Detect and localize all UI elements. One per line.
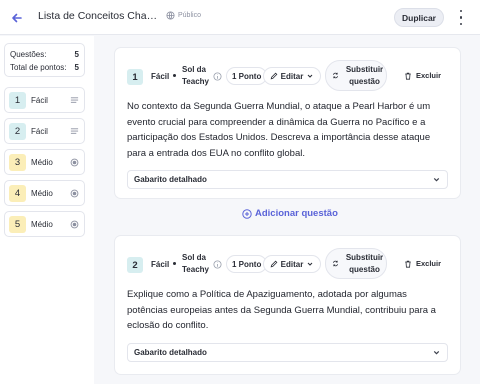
author-label: Sol da Teachy — [182, 253, 209, 274]
main-content: 1 Fácil Sol da Teachy 1 Ponto Editar Sub… — [94, 36, 480, 384]
radio-icon — [70, 158, 79, 166]
question-number: 2 — [9, 122, 26, 140]
total-points-label: Total de pontos: — [10, 63, 67, 72]
replace-label: Substituir questão — [345, 64, 384, 86]
sidebar-question-5[interactable]: 5 Médio — [4, 211, 85, 237]
chevron-down-icon — [433, 350, 440, 354]
total-points-value: 5 — [74, 63, 79, 72]
sidebar-question-3[interactable]: 3 Médio — [4, 149, 85, 175]
pencil-icon — [270, 72, 278, 80]
question-text: No contexto da Segunda Guerra Mundial, o… — [127, 101, 431, 159]
question-number: 4 — [9, 184, 26, 202]
question-difficulty: Médio — [31, 188, 53, 198]
replace-label: Substituir questão — [345, 252, 384, 274]
question-difficulty: Médio — [31, 157, 53, 167]
question-text: Explique como a Política de Apaziguament… — [127, 289, 436, 331]
add-question-button[interactable]: Adicionar questão — [242, 208, 338, 219]
pencil-icon — [270, 260, 278, 268]
chevron-down-icon — [433, 178, 440, 182]
points-button[interactable]: 1 Ponto — [226, 255, 268, 273]
questions-count-label: Questões: — [10, 50, 47, 59]
lines-icon — [70, 127, 79, 134]
edit-label: Editar — [280, 259, 304, 269]
answer-key-dropdown[interactable]: Gabarito detalhado — [127, 342, 448, 362]
points-button[interactable]: 1 Ponto — [226, 67, 268, 85]
question-difficulty: Fácil — [31, 126, 48, 136]
separator-dot — [173, 262, 176, 265]
info-icon[interactable] — [213, 260, 222, 269]
delete-button[interactable]: Excluir — [404, 259, 441, 268]
separator-dot — [173, 74, 176, 77]
sidebar-question-2[interactable]: 2 Fácil — [4, 118, 85, 144]
question-card-2: 2 Fácil Sol da Teachy 1 Ponto Editar Sub… — [114, 235, 461, 375]
radio-icon — [70, 220, 79, 228]
question-number: 1 — [9, 91, 26, 109]
delete-label: Excluir — [416, 259, 442, 268]
replace-question-button[interactable]: Substituir questão — [325, 60, 387, 91]
answer-key-dropdown[interactable]: Gabarito detalhado — [127, 170, 448, 189]
top-bar: Lista de Conceitos Chave d... Público Du… — [0, 0, 480, 35]
visibility-label: Público — [178, 12, 201, 19]
replace-question-button[interactable]: Substituir questão — [325, 248, 387, 279]
questions-count-value: 5 — [74, 50, 79, 59]
back-arrow-icon[interactable] — [9, 10, 25, 26]
delete-button[interactable]: Excluir — [404, 71, 441, 80]
question-card-header: 2 Fácil Sol da Teachy 1 Ponto Editar Sub… — [115, 236, 460, 279]
chevron-down-icon — [307, 74, 313, 78]
edit-dropdown[interactable]: Editar — [263, 255, 321, 273]
duplicate-button[interactable]: Duplicar — [394, 8, 444, 27]
visibility-indicator: Público — [166, 11, 201, 20]
edit-label: Editar — [280, 71, 304, 81]
replace-icon — [333, 260, 338, 267]
more-options-icon[interactable] — [457, 10, 465, 25]
difficulty-label: Fácil — [151, 72, 170, 81]
author-label: Sol da Teachy — [182, 65, 209, 86]
question-difficulty: Médio — [31, 219, 53, 229]
globe-icon — [166, 11, 175, 20]
difficulty-label: Fácil — [151, 260, 170, 269]
add-question-label: Adicionar questão — [255, 208, 338, 219]
chevron-down-icon — [307, 262, 313, 266]
info-icon[interactable] — [213, 72, 222, 81]
trash-icon — [405, 260, 411, 268]
page-title: Lista de Conceitos Chave d... — [38, 10, 160, 22]
question-number-badge: 1 — [127, 69, 143, 85]
answer-key-label: Gabarito detalhado — [134, 347, 207, 357]
trash-icon — [405, 72, 411, 80]
replace-icon — [333, 72, 338, 79]
radio-icon — [70, 189, 79, 197]
sidebar-question-4[interactable]: 4 Médio — [4, 180, 85, 206]
question-number: 3 — [9, 153, 26, 171]
question-card-1: 1 Fácil Sol da Teachy 1 Ponto Editar Sub… — [114, 47, 461, 199]
lines-icon — [70, 96, 79, 103]
question-card-header: 1 Fácil Sol da Teachy 1 Ponto Editar Sub… — [115, 48, 460, 91]
sidebar-question-1[interactable]: 1 Fácil — [4, 87, 85, 113]
question-number: 5 — [9, 215, 26, 233]
question-number-badge: 2 — [127, 257, 143, 273]
plus-circle-icon — [242, 208, 252, 219]
delete-label: Excluir — [416, 71, 442, 80]
summary-box: Questões: 5 Total de pontos: 5 — [4, 43, 85, 77]
answer-key-label: Gabarito detalhado — [134, 175, 207, 184]
edit-dropdown[interactable]: Editar — [263, 67, 321, 85]
question-sidebar: Questões: 5 Total de pontos: 5 1 Fácil 2 F… — [0, 36, 94, 384]
question-difficulty: Fácil — [31, 95, 48, 105]
